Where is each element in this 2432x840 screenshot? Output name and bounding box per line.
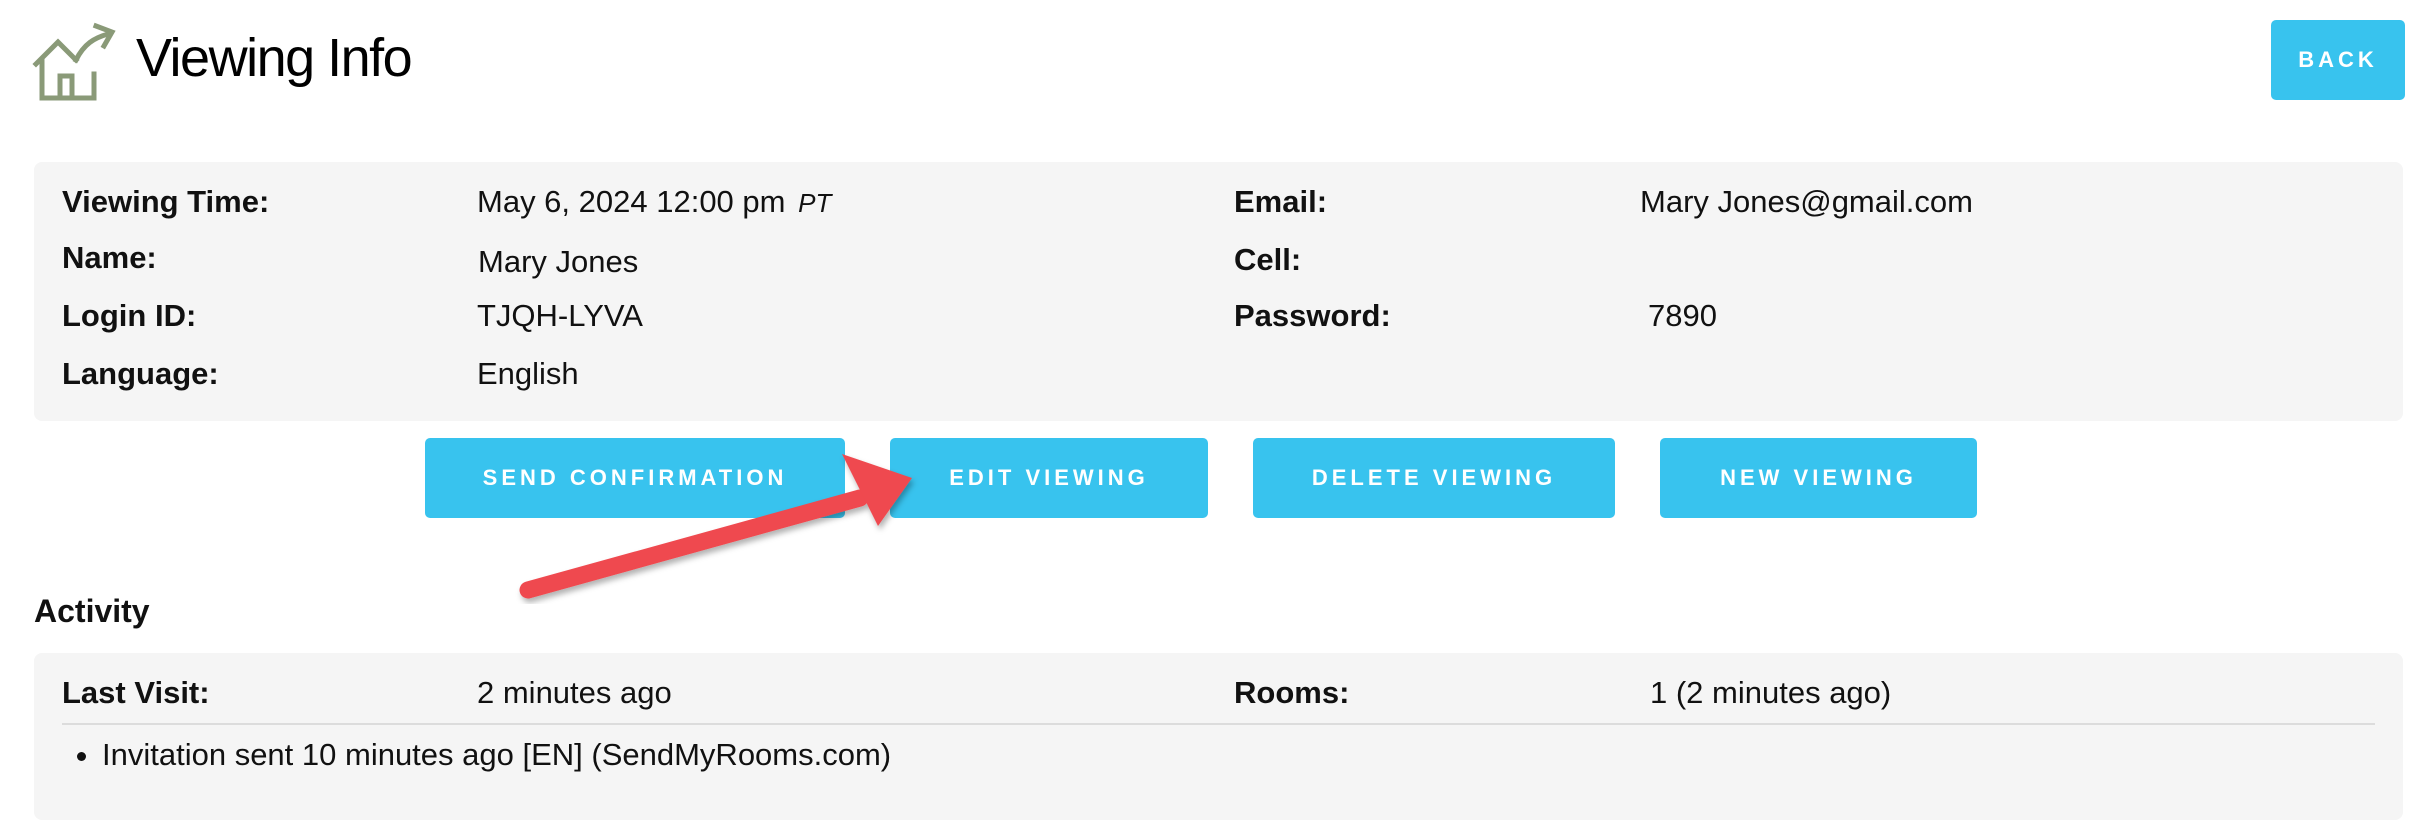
- activity-panel: Last Visit: 2 minutes ago Rooms: 1 (2 mi…: [34, 653, 2403, 820]
- cell-label: Cell:: [1234, 242, 1302, 277]
- last-visit-value: 2 minutes ago: [477, 675, 672, 710]
- language-value: English: [477, 356, 579, 391]
- language-label: Language:: [62, 356, 219, 391]
- activity-event-list: Invitation sent 10 minutes ago [EN] (Sen…: [62, 737, 891, 773]
- login-id-value: TJQH-LYVA: [477, 298, 643, 333]
- password-label: Password:: [1234, 298, 1391, 333]
- house-arrow-icon: [32, 22, 116, 101]
- rooms-value: 1 (2 minutes ago): [1650, 675, 1892, 710]
- login-id-label: Login ID:: [62, 298, 197, 333]
- edit-viewing-button[interactable]: EDIT VIEWING: [890, 438, 1208, 518]
- send-confirmation-button[interactable]: SEND CONFIRMATION: [425, 438, 845, 518]
- delete-viewing-button[interactable]: DELETE VIEWING: [1253, 438, 1615, 518]
- last-visit-label: Last Visit:: [62, 675, 210, 710]
- activity-heading: Activity: [34, 593, 150, 629]
- viewing-time-value: May 6, 2024 12:00 pm PT: [477, 184, 831, 221]
- back-button[interactable]: BACK: [2271, 20, 2405, 100]
- viewing-info-panel: Viewing Time: May 6, 2024 12:00 pm PT Na…: [34, 162, 2403, 421]
- activity-divider: [62, 723, 2375, 725]
- page-title: Viewing Info: [136, 28, 413, 88]
- viewing-time-label: Viewing Time:: [62, 184, 270, 219]
- rooms-label: Rooms:: [1234, 675, 1350, 710]
- viewing-time-text: May 6, 2024 12:00 pm: [477, 184, 786, 219]
- viewing-time-zone: PT: [798, 188, 832, 218]
- new-viewing-button[interactable]: NEW VIEWING: [1660, 438, 1977, 518]
- email-value: Mary Jones@gmail.com: [1640, 184, 1973, 219]
- activity-event-item: Invitation sent 10 minutes ago [EN] (Sen…: [102, 737, 891, 773]
- email-label: Email:: [1234, 184, 1328, 219]
- name-value: Mary Jones: [478, 244, 639, 279]
- name-label: Name:: [62, 240, 157, 275]
- password-value: 7890: [1648, 298, 1717, 333]
